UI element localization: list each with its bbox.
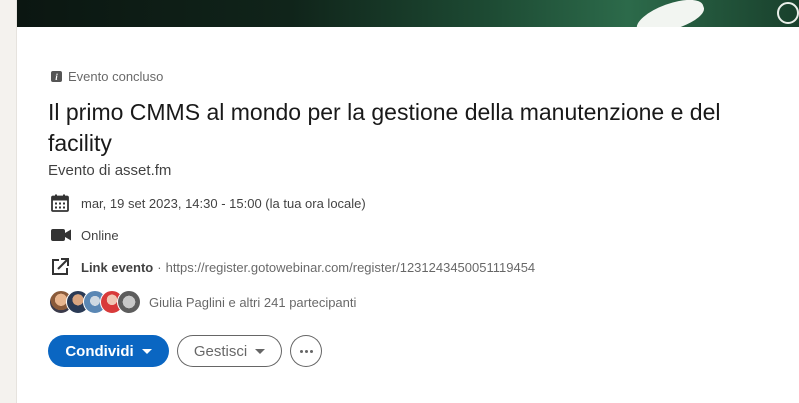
event-link-label: Link evento <box>81 259 154 275</box>
link-separator: · <box>157 259 162 275</box>
chevron-down-icon <box>255 348 266 354</box>
cover-graphic-ring <box>777 2 799 24</box>
info-icon: i <box>51 71 62 82</box>
event-link-row: Link evento · https://register.gotowebin… <box>50 257 535 277</box>
share-button-label: Condividi <box>65 342 134 360</box>
manage-button-label: Gestisci <box>193 342 248 360</box>
more-horizontal-icon <box>299 349 313 353</box>
organizer-prefix: Evento di <box>48 162 111 179</box>
event-link-url[interactable]: https://register.gotowebinar.com/registe… <box>166 260 536 275</box>
avatar <box>117 290 141 314</box>
event-status-label: Evento concluso <box>68 69 164 84</box>
event-card: i Evento concluso Il primo CMMS al mondo… <box>16 0 799 403</box>
event-organizer: Evento di asset.fm <box>48 162 171 179</box>
event-date: mar, 19 set 2023, 14:30 - 15:00 (la tua … <box>81 195 366 211</box>
cover-graphic <box>632 0 708 27</box>
manage-button[interactable]: Gestisci <box>177 335 282 367</box>
attendee-avatars <box>49 290 141 314</box>
event-location: Online <box>81 227 119 243</box>
event-title: Il primo CMMS al mondo per la gestione d… <box>48 99 721 156</box>
event-attendees[interactable]: Giulia Paglini e altri 241 partecipanti <box>49 290 356 314</box>
calendar-icon <box>50 193 72 213</box>
chevron-down-icon <box>141 348 152 354</box>
event-status: i Evento concluso <box>51 69 163 84</box>
share-button[interactable]: Condividi <box>48 335 169 367</box>
event-location-row: Online <box>50 225 119 245</box>
external-link-icon <box>50 257 72 277</box>
event-date-row: mar, 19 set 2023, 14:30 - 15:00 (la tua … <box>50 193 366 213</box>
organizer-link[interactable]: asset.fm <box>115 162 172 179</box>
attendees-count: Giulia Paglini e altri 241 partecipanti <box>149 294 357 310</box>
more-options-button[interactable] <box>290 335 322 367</box>
video-camera-icon <box>50 225 72 245</box>
event-cover-image <box>17 0 799 27</box>
